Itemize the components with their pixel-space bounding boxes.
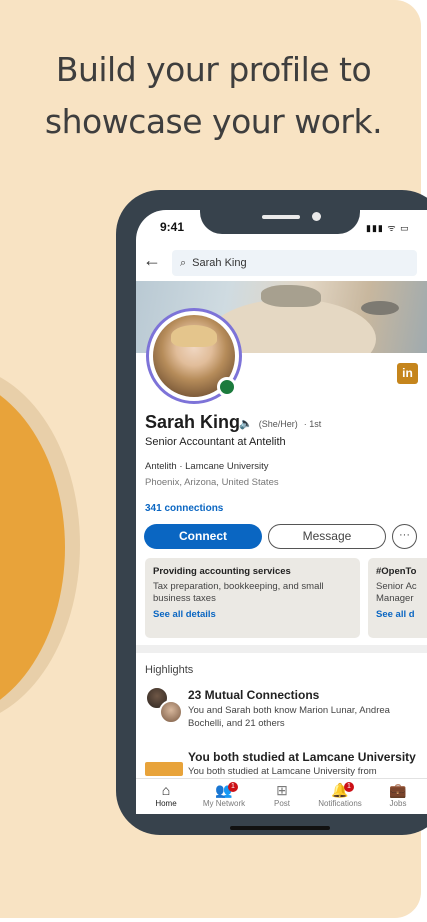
open-to-card-desc: Senior Ac bbox=[376, 581, 417, 592]
nav-label: Post bbox=[273, 799, 290, 808]
nav-jobs[interactable]: 💼 Jobs bbox=[370, 781, 426, 808]
status-time: 9:41 bbox=[160, 220, 185, 234]
nav-home[interactable]: ⌂ Home bbox=[138, 781, 194, 808]
highlights-title: Highlights bbox=[145, 664, 194, 676]
status-icons: ▮▮▮ ᯤ ▭ bbox=[366, 223, 410, 233]
name-pronunciation-icon[interactable]: 🔈 bbox=[239, 417, 253, 430]
connect-button[interactable]: Connect bbox=[144, 524, 262, 549]
promo-headline: Build your profile to showcase your work… bbox=[0, 44, 427, 148]
profile-location: Phoenix, Arizona, United States bbox=[145, 477, 279, 488]
back-arrow-icon[interactable]: ← bbox=[143, 250, 161, 271]
mutual-connections-avatars bbox=[145, 686, 185, 726]
bell-icon: 🔔 bbox=[331, 782, 349, 798]
promo-headline-line1: Build your profile to bbox=[55, 50, 372, 89]
profile-name: Sarah King bbox=[145, 412, 241, 432]
people-icon: 👥 bbox=[215, 782, 233, 798]
search-input[interactable]: ⌕ Sarah King bbox=[172, 250, 417, 276]
university-logo-icon bbox=[145, 762, 183, 776]
open-to-card[interactable]: #OpenTo Senior Ac Manager See all d bbox=[368, 558, 427, 638]
notification-badge: 1 bbox=[228, 782, 238, 792]
services-card-desc: Tax preparation, bookkeeping, and small bbox=[153, 581, 324, 592]
bottom-nav: ⌂ Home 👥 My Network 1 ⊞ Post 🔔 Notificat… bbox=[136, 778, 427, 814]
services-card[interactable]: Providing accounting services Tax prepar… bbox=[145, 558, 360, 638]
services-card-desc: business taxes bbox=[153, 593, 216, 604]
nav-label: Home bbox=[155, 799, 177, 808]
briefcase-icon: 💼 bbox=[389, 782, 407, 798]
more-options-button[interactable]: ··· bbox=[392, 524, 417, 549]
profile-headline: Senior Accountant at Antelith bbox=[145, 436, 286, 448]
nav-label: Notifications bbox=[318, 799, 362, 808]
nav-label: Jobs bbox=[389, 799, 407, 808]
speaker-grille bbox=[262, 215, 300, 219]
avatar-hair bbox=[171, 325, 217, 347]
home-indicator bbox=[230, 826, 330, 830]
connection-degree: · 1st bbox=[303, 418, 322, 429]
promo-headline-line2: showcase your work. bbox=[44, 102, 383, 141]
home-icon: ⌂ bbox=[161, 782, 171, 798]
mutual-connections-desc: You and Sarah both know Marion Lunar, An… bbox=[188, 705, 390, 729]
shared-education-title[interactable]: You both studied at Lamcane University bbox=[188, 750, 416, 764]
nav-post[interactable]: ⊞ Post bbox=[254, 781, 310, 808]
profile-company: Antelith · Lamcane University bbox=[145, 461, 269, 472]
open-to-card-desc: Manager bbox=[376, 593, 414, 604]
message-button[interactable]: Message bbox=[268, 524, 386, 549]
linkedin-logo-icon: in bbox=[397, 363, 418, 384]
see-all-details-link[interactable]: See all details bbox=[153, 609, 352, 620]
section-divider bbox=[136, 645, 427, 653]
search-icon: ⌕ bbox=[180, 256, 187, 269]
nav-notifications[interactable]: 🔔 Notifications 1 bbox=[312, 781, 368, 808]
nav-label: My Network bbox=[202, 799, 246, 808]
open-to-card-title: #OpenTo bbox=[376, 566, 417, 577]
nav-my-network[interactable]: 👥 My Network 1 bbox=[196, 781, 252, 808]
notification-badge: 1 bbox=[344, 782, 354, 792]
plus-square-icon: ⊞ bbox=[276, 782, 288, 798]
online-status-indicator bbox=[217, 377, 237, 397]
connections-link[interactable]: 341 connections bbox=[145, 503, 223, 514]
services-card-title: Providing accounting services bbox=[153, 566, 291, 577]
avatar bbox=[159, 700, 183, 724]
banner-rock bbox=[261, 285, 321, 307]
front-camera bbox=[312, 212, 321, 221]
banner-rock bbox=[361, 301, 399, 315]
see-all-details-link[interactable]: See all d bbox=[376, 609, 427, 620]
mutual-connections-title[interactable]: 23 Mutual Connections bbox=[188, 688, 319, 702]
name-meta: 🔈 (She/Her) · 1st bbox=[239, 417, 321, 430]
pronouns: (She/Her) bbox=[258, 418, 298, 429]
search-value: Sarah King bbox=[192, 257, 247, 269]
shared-education-desc: You both studied at Lamcane University f… bbox=[188, 766, 377, 777]
